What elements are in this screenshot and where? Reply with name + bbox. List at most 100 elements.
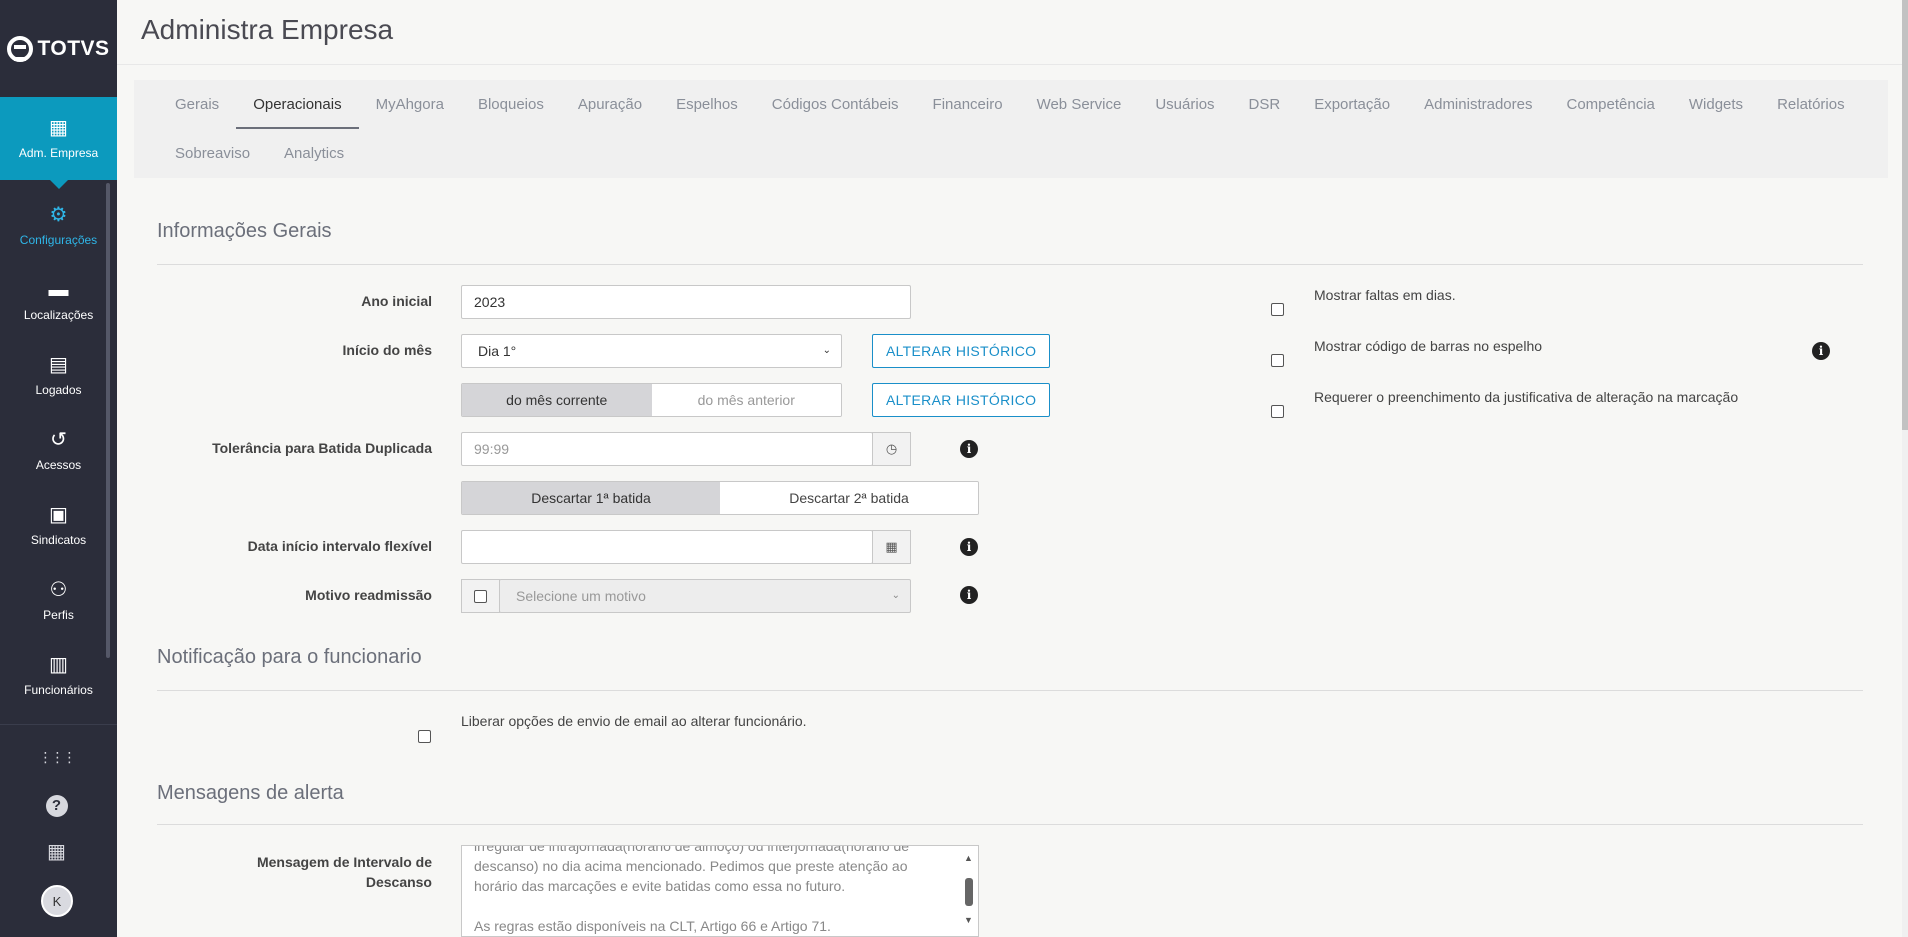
sidebar-item-label: Configurações: [19, 232, 98, 247]
info-icon[interactable]: i: [960, 586, 978, 604]
help-icon[interactable]: ?: [0, 793, 113, 817]
briefcase-icon: ▣: [49, 503, 68, 526]
sidebar-item-logados[interactable]: ▤ Logados: [0, 338, 117, 413]
sidebar-item-adm-empresa[interactable]: ▦ Adm. Empresa: [0, 97, 117, 189]
descartar-1-option[interactable]: Descartar 1ª batida: [462, 482, 720, 514]
motivo-checkbox[interactable]: [474, 589, 487, 603]
tab-relatorios[interactable]: Relatórios: [1760, 80, 1862, 129]
tab-codigos-contabeis[interactable]: Códigos Contábeis: [755, 80, 916, 129]
section-divider: [157, 690, 1863, 691]
scroll-up-icon[interactable]: ▲: [964, 848, 973, 868]
info-icon[interactable]: i: [960, 440, 978, 458]
tab-apuracao[interactable]: Apuração: [561, 80, 659, 129]
section-title-notificacao: Notificação para o funcionario: [157, 646, 422, 668]
apps-grid-icon[interactable]: ⋮⋮⋮: [0, 749, 113, 766]
tab-analytics[interactable]: Analytics: [267, 129, 361, 178]
tab-administradores[interactable]: Administradores: [1407, 80, 1549, 129]
batida-toggle: Descartar 1ª batida Descartar 2ª batida: [461, 481, 979, 515]
sidebar-item-label: Perfis: [43, 607, 74, 622]
calendar-icon[interactable]: ▦: [872, 530, 911, 564]
sidebar-item-label: Sindicatos: [30, 532, 87, 547]
mes-corrente-option[interactable]: do mês corrente: [462, 384, 652, 416]
textarea-blank-line: [474, 896, 948, 916]
sidebar-item-label: Logados: [35, 382, 82, 397]
gear-icon: ⚙: [49, 203, 68, 226]
tab-widgets[interactable]: Widgets: [1672, 80, 1760, 129]
tab-web-service[interactable]: Web Service: [1020, 80, 1139, 129]
tab-exportacao[interactable]: Exportação: [1297, 80, 1407, 129]
mes-anterior-option[interactable]: do mês anterior: [651, 384, 841, 416]
liberar-email-checkbox[interactable]: [418, 730, 431, 743]
inicio-mes-label: Início do mês: [342, 342, 432, 358]
motivo-select[interactable]: Selecione um motivo ⌄: [499, 579, 911, 613]
sidebar-item-perfis[interactable]: ⚇ Perfis: [0, 563, 117, 638]
page-scroll-thumb[interactable]: [1902, 0, 1908, 430]
chevron-down-icon: ⌄: [891, 590, 900, 601]
motivo-placeholder: Selecione um motivo: [516, 588, 646, 604]
justificativa-label: Requerer o preenchimento da justificativ…: [1314, 389, 1739, 405]
sidebar-item-label: Adm. Empresa: [18, 145, 99, 160]
sidebar-item-label: Acessos: [35, 457, 82, 472]
tab-operacionais[interactable]: Operacionais: [236, 80, 359, 129]
sidebar-item-sindicatos[interactable]: ▣ Sindicatos: [0, 488, 117, 563]
sidebar: TOTVS ▦ Adm. Empresa ⚙ Configurações ▬ L…: [0, 0, 117, 937]
info-icon[interactable]: i: [960, 538, 978, 556]
tolerancia-input[interactable]: 99:99: [461, 432, 873, 466]
motivo-readmissao-label: Motivo readmissão: [305, 587, 432, 603]
avatar[interactable]: K: [41, 885, 73, 917]
sidebar-item-acessos[interactable]: ↺ Acessos: [0, 413, 117, 488]
scroll-down-icon[interactable]: ▼: [964, 910, 973, 930]
tab-dsr[interactable]: DSR: [1232, 80, 1298, 129]
data-inicio-label: Data início intervalo flexível: [247, 538, 432, 554]
company-settings-icon: ▦: [49, 116, 68, 139]
textarea-scrollbar[interactable]: ▲ ▼: [962, 848, 976, 934]
tab-espelhos[interactable]: Espelhos: [659, 80, 755, 129]
alterar-historico-button[interactable]: ALTERAR HISTÓRICO: [872, 334, 1051, 368]
ano-inicial-label: Ano inicial: [361, 293, 432, 309]
section-divider: [157, 264, 1863, 265]
tab-usuarios[interactable]: Usuários: [1138, 80, 1231, 129]
inicio-mes-value: Dia 1°: [478, 343, 517, 359]
section-title-mensagens-alerta: Mensagens de alerta: [157, 782, 344, 804]
descartar-2-option[interactable]: Descartar 2ª batida: [720, 482, 978, 514]
building-icon[interactable]: ▦: [0, 839, 113, 864]
inicio-mes-select[interactable]: Dia 1° ⌄: [461, 334, 842, 368]
tolerancia-label: Tolerância para Batida Duplicada: [212, 440, 432, 456]
clipboard-user-icon: ▥: [49, 653, 68, 676]
chevron-down-icon: ⌄: [822, 345, 831, 356]
tab-bar: Gerais Operacionais MyAhgora Bloqueios A…: [134, 80, 1888, 178]
totvs-logo-mark: [7, 35, 34, 62]
ano-inicial-input[interactable]: 2023: [461, 285, 911, 319]
page-title: Administra Empresa: [141, 14, 394, 45]
help-glyph: ?: [45, 795, 68, 817]
sidebar-scrollbar[interactable]: [106, 183, 110, 658]
mensagem-label-line: Mensagem de Intervalo de: [256, 854, 432, 870]
tab-myahgora[interactable]: MyAhgora: [359, 80, 461, 129]
sidebar-item-funcionarios[interactable]: ▥ Funcionários: [0, 638, 117, 713]
sidebar-item-configuracoes[interactable]: ⚙ Configurações: [0, 188, 117, 263]
mes-toggle: do mês corrente do mês anterior: [461, 383, 842, 417]
sidebar-item-localizacoes[interactable]: ▬ Localizações: [0, 263, 117, 338]
tab-competencia[interactable]: Competência: [1549, 80, 1671, 129]
textarea-line: horário das marcações e evite batidas co…: [474, 878, 846, 894]
codigo-barras-checkbox[interactable]: [1271, 354, 1284, 367]
brand-name: TOTVS: [37, 36, 110, 60]
tab-financeiro[interactable]: Financeiro: [916, 80, 1020, 129]
textarea-line: irregular de intrajornada(horário de alm…: [474, 845, 910, 854]
page-scrollbar[interactable]: [1902, 0, 1908, 937]
justificativa-checkbox[interactable]: [1271, 405, 1284, 418]
mostrar-faltas-checkbox[interactable]: [1271, 303, 1284, 316]
tab-sobreaviso[interactable]: Sobreaviso: [158, 129, 267, 178]
tab-gerais[interactable]: Gerais: [158, 80, 236, 129]
totvs-logo[interactable]: TOTVS: [0, 0, 117, 97]
id-card-icon: ▤: [49, 353, 68, 376]
textarea-scroll-thumb[interactable]: [965, 878, 973, 906]
alterar-historico-button-2[interactable]: ALTERAR HISTÓRICO: [872, 383, 1051, 417]
data-inicio-input[interactable]: [461, 530, 873, 564]
mostrar-faltas-label: Mostrar faltas em dias.: [1314, 287, 1456, 303]
tab-bloqueios[interactable]: Bloqueios: [461, 80, 561, 129]
history-icon: ↺: [50, 428, 67, 451]
clock-icon[interactable]: ◷: [872, 432, 911, 466]
info-icon[interactable]: i: [1812, 342, 1830, 360]
mensagem-intervalo-textarea[interactable]: irregular de intrajornada(horário de alm…: [461, 845, 979, 937]
